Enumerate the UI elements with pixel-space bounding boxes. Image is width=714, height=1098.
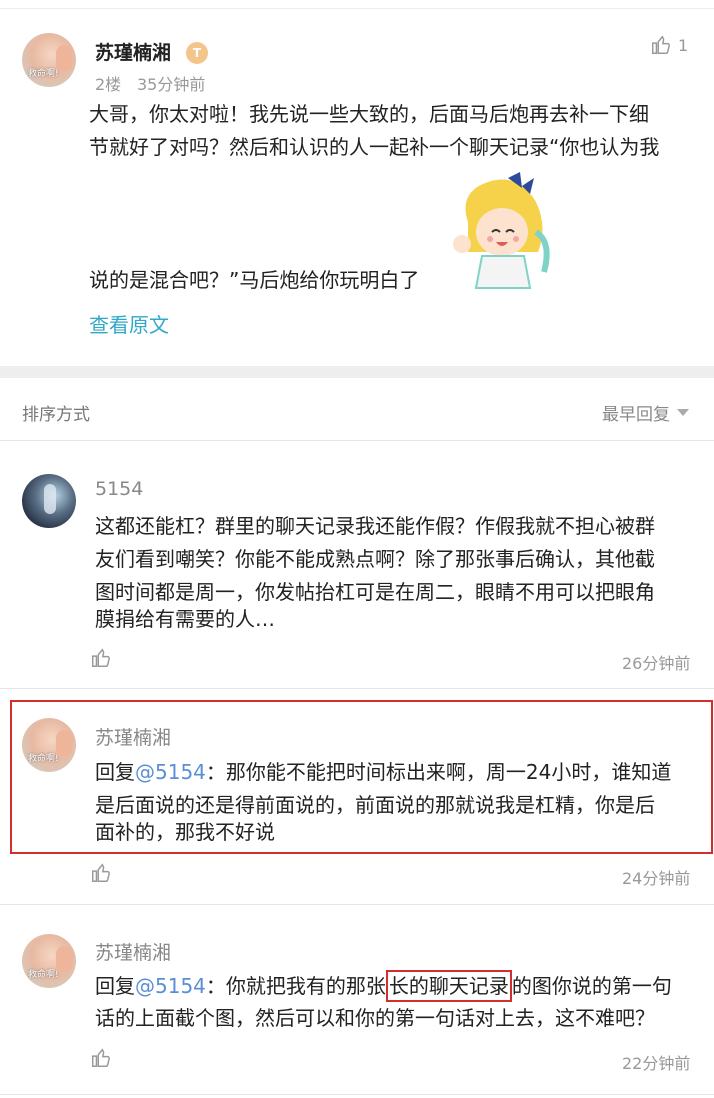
reply-text: ：你就把我有的那张 bbox=[205, 974, 386, 998]
reply-time: 24分钟前 bbox=[622, 869, 691, 888]
reply-prefix: 回复 bbox=[95, 974, 135, 998]
username[interactable]: 5154 bbox=[95, 478, 143, 500]
top-border bbox=[0, 0, 714, 9]
sort-value: 最早回复 bbox=[602, 405, 670, 425]
view-original-link[interactable]: 查看原文 bbox=[89, 309, 169, 338]
username[interactable]: 苏瑾楠湘 bbox=[95, 723, 171, 750]
reply-text-line: 友们看到嘲笑？你能不能成熟点啊？除了那张事后确认，其他截 bbox=[95, 547, 655, 571]
avatar[interactable]: 救命啊! bbox=[22, 33, 76, 87]
like-button[interactable] bbox=[650, 34, 672, 60]
thumb-up-icon bbox=[92, 648, 110, 667]
separator bbox=[0, 1094, 714, 1095]
section-divider bbox=[0, 366, 714, 378]
username[interactable]: 苏瑾楠湘 bbox=[95, 938, 171, 965]
mention-link[interactable]: @5154 bbox=[135, 974, 206, 998]
like-button[interactable] bbox=[90, 1047, 112, 1073]
reply-text-line: 膜捐给有需要的人… bbox=[95, 607, 275, 631]
post-text-line: 节就好了对吗？然后和认识的人一起补一个聊天记录“你也认为我 bbox=[89, 135, 660, 159]
reply-text: 的图你说的第一句 bbox=[511, 974, 672, 998]
post-text-line: 大哥，你太对啦！我先说一些大致的，后面马后炮再去补一下细 bbox=[89, 102, 649, 126]
anime-sticker-image bbox=[453, 172, 550, 289]
avatar[interactable]: 救命啊! bbox=[22, 718, 76, 772]
reply-text: ：那你能不能把时间标出来啊，周一24小时，谁知道 bbox=[205, 760, 672, 784]
like-button[interactable] bbox=[90, 647, 112, 673]
reply-time: 26分钟前 bbox=[622, 654, 691, 673]
mention-link[interactable]: @5154 bbox=[135, 760, 206, 784]
sort-dropdown[interactable]: 最早回复 bbox=[602, 400, 690, 425]
highlighted-phrase: 长的聊天记录 bbox=[385, 970, 512, 1002]
post-time: 35分钟前 bbox=[137, 75, 206, 94]
chevron-down-icon bbox=[677, 408, 689, 416]
reply-text-line: 回复@5154：你就把我有的那张 长的聊天记录 的图你说的第一句 bbox=[95, 970, 672, 1003]
separator bbox=[0, 904, 714, 905]
reply-prefix: 回复 bbox=[95, 760, 135, 784]
avatar-caption: 救命啊! bbox=[28, 754, 59, 764]
username[interactable]: 苏瑾楠湘 bbox=[95, 38, 171, 65]
separator bbox=[0, 440, 714, 441]
like-count: 1 bbox=[678, 36, 689, 55]
thumb-up-icon bbox=[92, 1048, 110, 1067]
avatar[interactable]: 救命啊! bbox=[22, 934, 76, 988]
like-button[interactable] bbox=[90, 862, 112, 888]
thumb-up-icon bbox=[92, 863, 110, 882]
reply-text-line: 面补的，那我不好说 bbox=[95, 820, 275, 844]
reply-time: 22分钟前 bbox=[622, 1054, 691, 1073]
floor-number: 2楼 bbox=[95, 75, 122, 94]
thumb-up-icon bbox=[652, 35, 670, 54]
reply-text-line: 这都还能杠？群里的聊天记录我还能作假？作假我就不担心被群 bbox=[95, 514, 655, 538]
avatar-caption: 救命啊! bbox=[28, 970, 59, 980]
reply-text-line: 回复@5154：那你能不能把时间标出来啊，周一24小时，谁知道 bbox=[95, 756, 671, 789]
separator bbox=[0, 688, 714, 689]
reply-text-line: 话的上面截个图，然后可以和你的第一句话对上去，这不难吧？ bbox=[95, 1006, 655, 1030]
sort-label: 排序方式 bbox=[22, 405, 90, 425]
avatar[interactable] bbox=[22, 474, 76, 528]
level-badge: T bbox=[186, 42, 208, 64]
avatar-caption: 救命啊! bbox=[28, 69, 59, 79]
post-text-line: 说的是混合吧？”马后炮给你玩明白了 bbox=[89, 268, 420, 292]
